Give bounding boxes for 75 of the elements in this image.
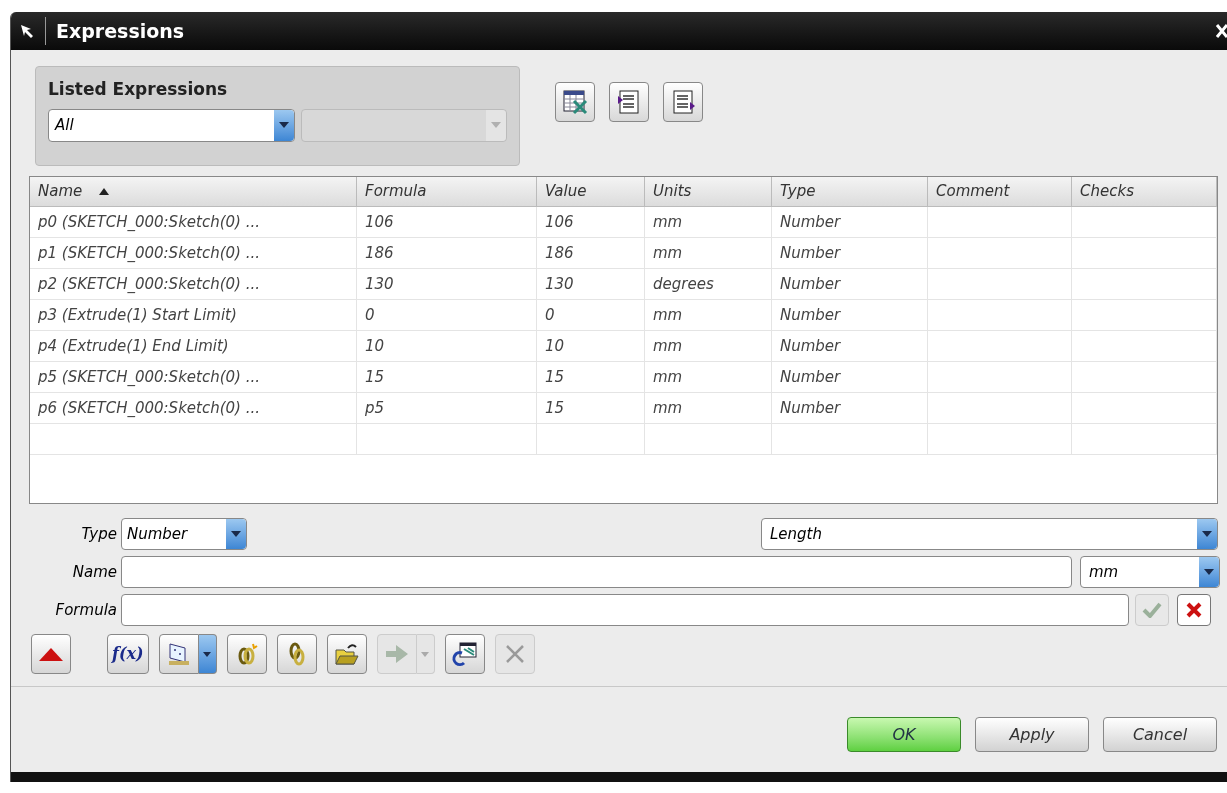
column-header[interactable]: Value [537,177,645,206]
table-cell-text: p2 (SKETCH_000:Sketch(0) ... [38,273,260,295]
table-cell-text: mm [653,242,683,264]
table-cell-text: p3 (Extrude(1) Start Limit) [38,304,237,326]
table-cell-text: 0 [545,304,555,326]
dimension-dropdown[interactable]: Length [761,518,1218,550]
table-cell-text: 15 [365,366,385,388]
window-refresh-icon [451,641,478,667]
toolbar-button[interactable] [276,634,317,674]
table-cell-text: 106 [545,211,574,233]
toolbar-button[interactable] [555,82,595,122]
table-cell-text: mm [653,304,683,326]
table-cell-text: Number [780,397,841,419]
type-dropdown[interactable]: Number [121,518,247,550]
cursor-arrow-icon [19,23,35,39]
function-button[interactable]: f(x) [107,634,149,674]
dialog-button[interactable]: Apply [975,717,1089,752]
table-cell-text: 130 [365,273,394,295]
close-icon [1186,602,1202,618]
group-title: Listed Expressions [48,78,229,101]
table-cell-text: p0 (SKETCH_000:Sketch(0) ... [38,211,260,233]
table-cell-text: p5 [365,397,385,419]
table-cell-text: p5 (SKETCH_000:Sketch(0) ... [38,366,260,388]
toolbar-button[interactable] [444,634,485,674]
table-cell-text: 130 [545,273,574,295]
name-label: Name [71,561,118,583]
import-list-icon [616,89,642,115]
arrow-right-icon [383,643,410,665]
table-cell-text: mm [653,335,683,357]
table-cell-text: degrees [653,273,714,295]
table-cell-text: p4 (Extrude(1) End Limit) [38,335,229,357]
table-cell-text: Number [780,304,841,326]
close-icon[interactable] [1215,23,1227,39]
column-header[interactable]: Comment [928,177,1072,206]
formula-label: Formula [54,599,118,621]
filter-dropdown[interactable]: All [48,108,296,142]
table-cell-text: 10 [365,335,385,357]
table-cell-text: Number [780,211,841,233]
dialog-button[interactable]: OK [847,717,961,752]
measure-icon [166,642,191,666]
spreadsheet-icon [562,89,588,115]
column-header[interactable]: Formula [357,177,537,206]
export-list-icon [670,89,696,115]
column-header[interactable]: Name [30,177,357,206]
window-title: Expressions [56,18,185,44]
table-cell-text: 186 [545,242,574,264]
column-header[interactable]: Checks [1072,177,1217,206]
table-cell-text: 106 [365,211,394,233]
table-cell-text: p1 (SKETCH_000:Sketch(0) ... [38,242,260,264]
dialog-button[interactable]: Cancel [1103,717,1217,752]
table-cell-text: 15 [545,397,565,419]
table-cell-text: Number [780,366,841,388]
table-cell-text: mm [653,397,683,419]
triangle-up-icon [38,646,64,662]
table-cell-text: 15 [545,366,565,388]
table-cell-text: 10 [545,335,565,357]
folder-icon [333,642,360,666]
reject-button[interactable] [1177,594,1211,626]
table-cell-text: Number [780,335,841,357]
type-label: Type [80,523,118,545]
table-cell-text: p6 (SKETCH_000:Sketch(0) ... [38,397,260,419]
name-input-field[interactable] [121,556,1072,588]
table-cell-text: 186 [365,242,394,264]
table-cell-text: 0 [365,304,375,326]
toolbar-button[interactable] [226,634,267,674]
delete-icon [503,643,526,665]
table-cell-text: mm [653,366,683,388]
table-cell-text: Number [780,242,841,264]
table-cell-text: mm [653,211,683,233]
table-cell-text: Number [780,273,841,295]
checkmark-icon [1142,602,1162,618]
column-header[interactable]: Units [645,177,772,206]
column-header[interactable]: Type [772,177,928,206]
unit-dropdown[interactable]: mm [1080,556,1220,588]
formula-input-field[interactable] [121,594,1129,626]
